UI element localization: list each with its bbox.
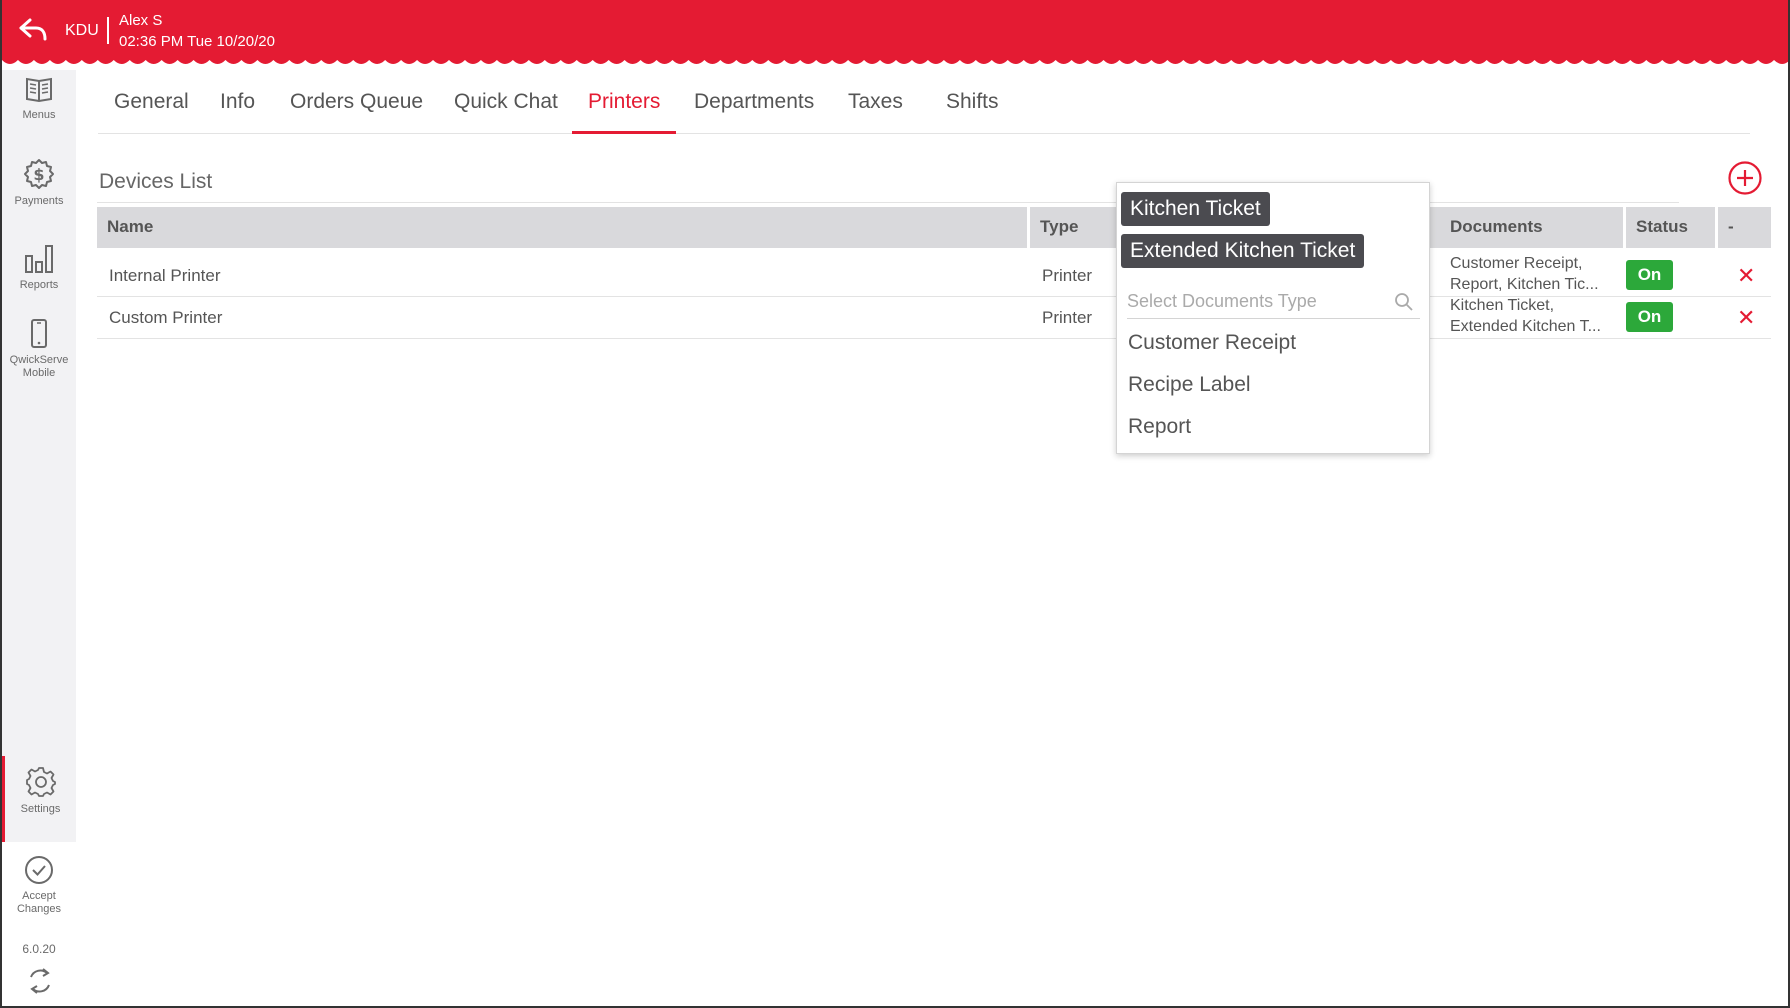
devices-list-title: Devices List (99, 170, 213, 193)
sidebar-item-label: Reports (19, 279, 59, 291)
device-documents-line1[interactable]: Kitchen Ticket, (1450, 295, 1554, 316)
back-arrow-icon[interactable] (16, 12, 50, 46)
app-code: KDU (65, 22, 99, 39)
user-name: Alex S (119, 12, 163, 29)
sidebar-item-label: Accept Changes (16, 890, 62, 915)
delete-icon[interactable]: ✕ (1737, 265, 1755, 287)
sidebar-item-label: QwickServe Mobile (9, 354, 69, 379)
tab-taxes[interactable]: Taxes (832, 78, 919, 134)
column-header-name[interactable]: Name (97, 207, 1027, 248)
sidebar-item-payments[interactable]: $ Payments (2, 158, 76, 208)
device-type[interactable]: Printer (1042, 308, 1092, 328)
device-name[interactable]: Internal Printer (109, 266, 221, 286)
sidebar-item-settings[interactable]: Settings (2, 756, 76, 842)
tab-info[interactable]: Info (204, 78, 271, 134)
plus-circle-icon[interactable] (1727, 160, 1763, 196)
device-documents-line2[interactable]: Report, Kitchen Tic... (1450, 274, 1599, 295)
device-documents-line2[interactable]: Extended Kitchen T... (1450, 316, 1601, 337)
row-divider (97, 338, 1771, 339)
section-divider (97, 202, 1679, 203)
device-name[interactable]: Custom Printer (109, 308, 222, 328)
tab-departments[interactable]: Departments (678, 78, 830, 134)
column-header-status[interactable]: Status (1626, 207, 1715, 248)
check-circle-icon (25, 856, 53, 884)
status-toggle[interactable]: On (1626, 302, 1673, 332)
book-icon (26, 77, 52, 103)
bar-chart-icon (25, 245, 53, 273)
option-recipe-label[interactable]: Recipe Label (1128, 373, 1251, 397)
tab-orders-queue[interactable]: Orders Queue (274, 78, 439, 134)
app-window: KDU Alex S 02:36 PM Tue 10/20/20 Menus $… (0, 0, 1790, 1008)
sidebar-item-label: Menus (22, 109, 56, 121)
documents-type-dropdown: Kitchen Ticket Extended Kitchen Ticket C… (1116, 182, 1430, 454)
documents-search-input[interactable] (1127, 285, 1387, 317)
sidebar-item-label: Settings (20, 803, 61, 815)
sidebar-item-qwickserve-mobile[interactable]: QwickServe Mobile (2, 318, 76, 380)
sidebar-item-label: Payments (14, 195, 64, 207)
option-report[interactable]: Report (1128, 415, 1191, 439)
sidebar: Menus $ Payments Reports QwickServe Mobi… (2, 70, 76, 1006)
tab-printers[interactable]: Printers (572, 78, 677, 134)
column-header-actions: - (1718, 207, 1771, 248)
column-header-documents[interactable]: Documents (1440, 207, 1623, 248)
device-documents-line1[interactable]: Customer Receipt, (1450, 253, 1583, 274)
header-divider (107, 17, 109, 44)
selected-chip-extended-kitchen-ticket[interactable]: Extended Kitchen Ticket (1121, 234, 1365, 268)
status-toggle[interactable]: On (1626, 260, 1673, 290)
sidebar-item-menus[interactable]: Menus (2, 74, 76, 122)
tab-general[interactable]: General (98, 78, 205, 134)
gear-icon (25, 767, 56, 797)
tab-shifts[interactable]: Shifts (930, 78, 1015, 134)
tab-quick-chat[interactable]: Quick Chat (438, 78, 574, 134)
search-icon[interactable] (1394, 292, 1414, 312)
settings-tabs: General Info Orders Queue Quick Chat Pri… (98, 78, 1750, 134)
current-datetime: 02:36 PM Tue 10/20/20 (119, 33, 275, 50)
documents-search (1127, 285, 1420, 319)
option-customer-receipt[interactable]: Customer Receipt (1128, 331, 1296, 355)
sync-icon[interactable] (25, 966, 55, 996)
selected-chip-kitchen-ticket[interactable]: Kitchen Ticket (1121, 192, 1270, 226)
device-type[interactable]: Printer (1042, 266, 1092, 286)
app-version: 6.0.20 (22, 942, 56, 956)
sidebar-item-reports[interactable]: Reports (2, 242, 76, 292)
top-bar: KDU Alex S 02:36 PM Tue 10/20/20 (2, 0, 1788, 60)
header-wave-edge (2, 56, 1788, 64)
dollar-icon: $ (24, 159, 54, 189)
mobile-icon (31, 319, 47, 348)
sidebar-item-accept-changes[interactable]: Accept Changes (2, 854, 76, 916)
svg-text:$: $ (33, 165, 44, 184)
delete-icon[interactable]: ✕ (1737, 307, 1755, 329)
